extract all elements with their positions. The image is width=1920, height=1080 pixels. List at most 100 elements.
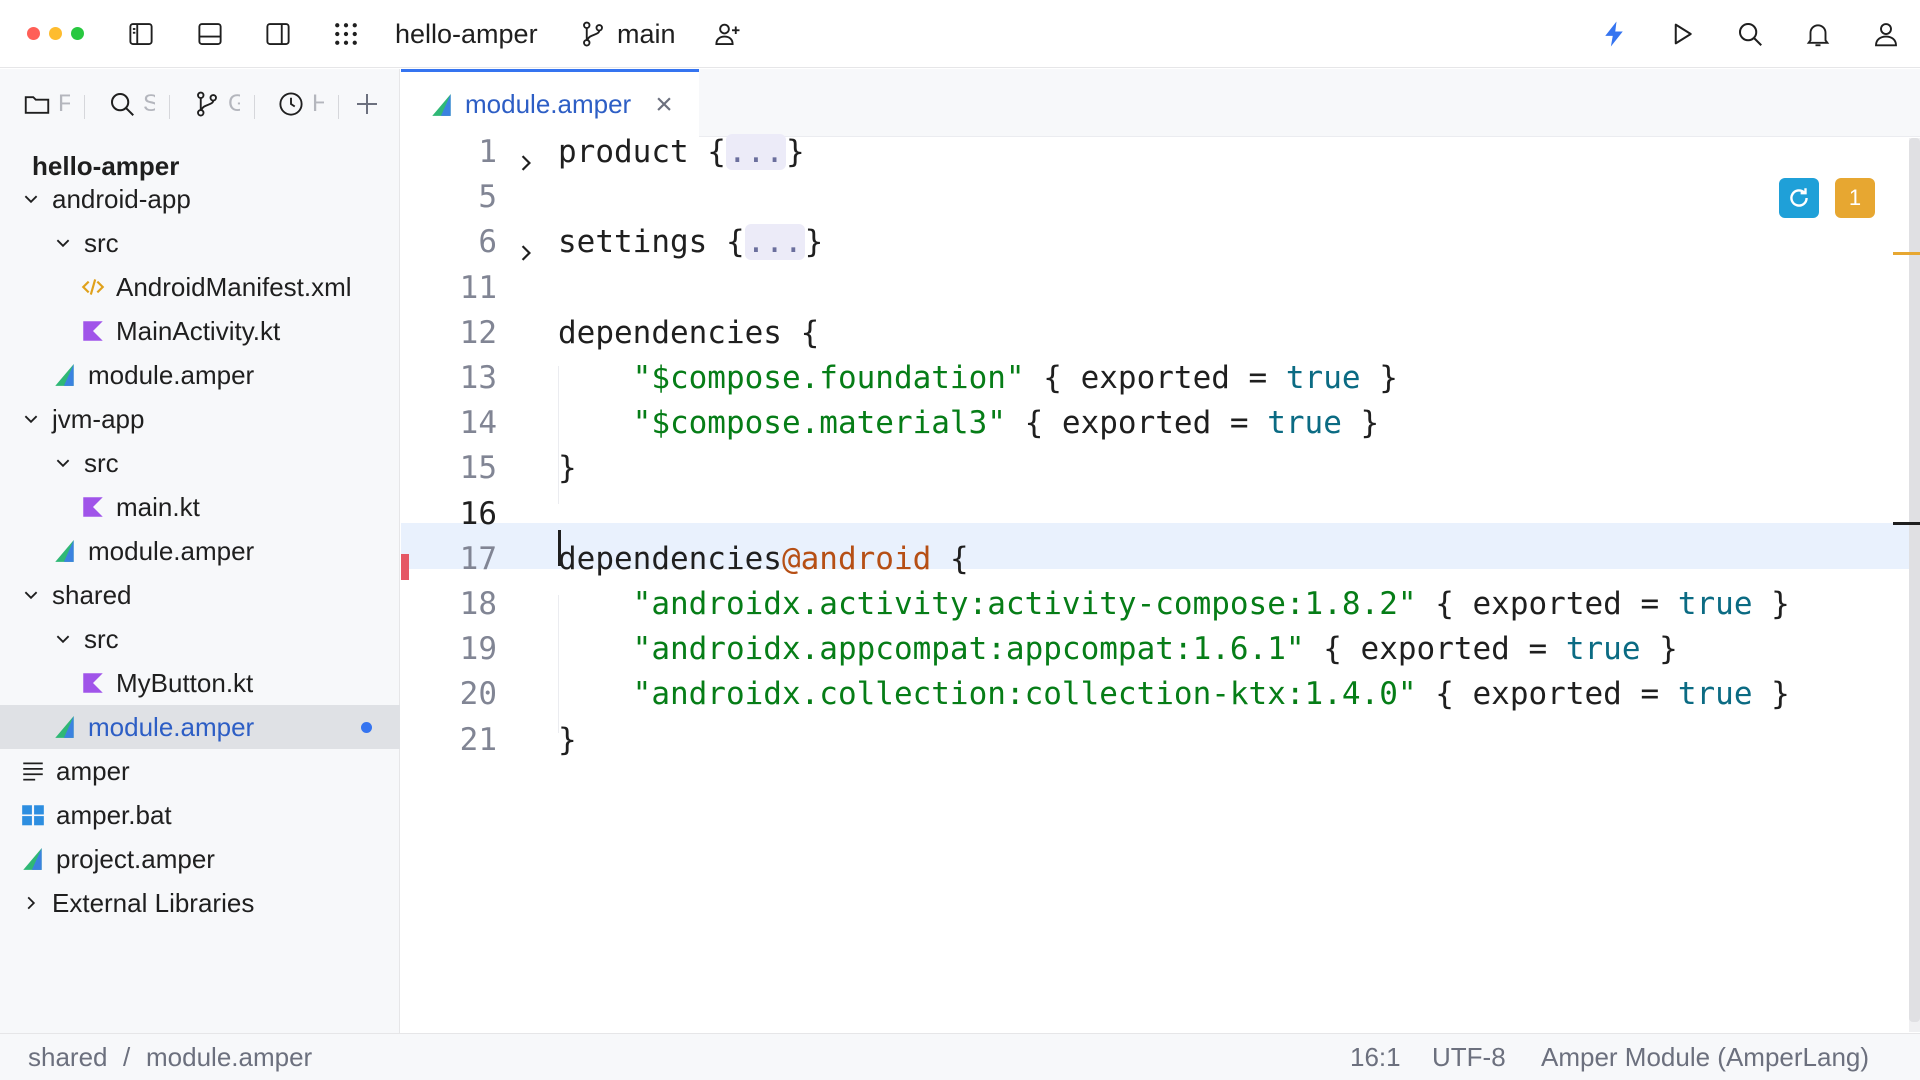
tree-file-amper-bat[interactable]: amper.bat [0,793,400,837]
bottom-panel-icon[interactable] [193,17,227,51]
code-token: } [1752,676,1790,713]
tab-history[interactable]: H [276,87,324,121]
code-line[interactable]: 18 "androidx.activity:activity-compose:1… [401,581,1901,627]
reload-project-button[interactable] [1779,178,1819,218]
code-token: settings { [558,224,745,261]
code-line[interactable]: 1 product {...} [401,129,1901,175]
code-token: } [1640,631,1678,668]
code-token: } [1752,586,1790,622]
code-token: { exported = [1416,676,1678,713]
tree-file-main-kt[interactable]: main.kt [0,485,400,529]
fold-chevron-icon[interactable] [515,141,537,171]
tree-file-androidmanifest[interactable]: AndroidManifest.xml [0,265,400,309]
zoom-window-button[interactable] [71,27,84,40]
warning-count-badge[interactable]: 1 [1835,178,1875,218]
code-line[interactable]: 17 dependencies@android { [401,536,1901,582]
tree-folder-src[interactable]: src [0,617,400,661]
lightning-icon[interactable] [1597,17,1631,51]
amper-file-icon [52,714,78,740]
chevron-down-icon[interactable] [52,232,74,254]
code-line[interactable]: 19 "androidx.appcompat:appcompat:1.6.1" … [401,626,1901,672]
git-icon [197,91,217,117]
code-editor[interactable]: 1 product {...} 5 6 settings {...} 11 12 depend… [401,134,1920,1033]
tree-file-module-amper[interactable]: module.amper [0,353,400,397]
code-token: { exported = [1416,586,1678,622]
code-token: } [804,224,824,261]
tree-item-label: main.kt [116,491,200,522]
code-line[interactable]: 11 [401,265,1901,311]
tab-project[interactable]: F [22,87,70,121]
add-tab-button[interactable] [352,87,382,121]
tree-item-label: jvm-app [52,403,145,434]
sidebar-right-icon[interactable] [261,17,295,51]
warning-marker[interactable] [1893,252,1920,255]
folded-region[interactable]: ... [725,134,786,170]
line-number: 21 [459,721,497,758]
line-number: 6 [478,224,497,261]
profile-icon[interactable] [1869,17,1903,51]
fold-chevron-icon[interactable] [515,231,537,262]
chevron-down-icon[interactable] [52,452,74,474]
tab-git[interactable]: G [192,87,240,121]
minimize-window-button[interactable] [49,27,62,40]
tree-folder-shared[interactable]: shared [0,573,400,617]
code-line[interactable]: 16 [401,491,1901,537]
tree-file-module-amper-selected[interactable]: module.amper [0,705,400,749]
tree-file-mainactivity[interactable]: MainActivity.kt [0,309,400,353]
code-line[interactable]: 5 [401,174,1901,220]
code-line[interactable]: 15} [401,445,1901,491]
tree-item-label: shared [52,579,132,610]
code-line[interactable]: 6 settings {...} [401,219,1901,265]
code-text: "$compose.material3" { exported = true } [558,400,1380,446]
code-line[interactable]: 20 "androidx.collection:collection-ktx:1… [401,671,1901,717]
cursor-position[interactable]: 16:1 [1350,1042,1401,1073]
tab-module-amper[interactable]: module.amper × [401,69,699,137]
search-icon[interactable] [1733,17,1767,51]
run-icon[interactable] [1665,17,1699,51]
folded-region[interactable]: ... [744,224,805,261]
tree-folder-src[interactable]: src [0,221,400,265]
chevron-right-icon[interactable] [20,892,42,914]
code-line[interactable]: 13 "$compose.foundation" { exported = tr… [401,355,1901,401]
tree-folder-android-app[interactable]: android-app [0,177,400,221]
tree-item-label: MyButton.kt [116,667,254,698]
code-text: settings {...} [558,219,823,265]
tree-item-label: amper [56,755,130,786]
tree-item-label: amper.bat [56,799,172,830]
close-icon[interactable]: × [655,89,673,119]
tree-file-amper[interactable]: amper [0,749,400,793]
code-line[interactable]: 21} [401,717,1901,763]
tree-item-label: src [84,227,119,258]
scrollbar-thumb[interactable] [1909,138,1920,1022]
close-window-button[interactable] [27,27,40,40]
tree-file-project-amper[interactable]: project.amper [0,837,400,881]
chevron-down-icon[interactable] [20,188,42,210]
project-name[interactable]: hello-amper [395,18,538,50]
branch-name[interactable]: main [617,18,676,50]
code-line[interactable]: 14 "$compose.material3" { exported = tru… [401,400,1901,446]
code-token: } [785,134,805,170]
chevron-down-icon[interactable] [20,584,42,606]
file-encoding[interactable]: UTF-8 [1432,1042,1506,1073]
tree-folder-jvm-app[interactable]: jvm-app [0,397,400,441]
tree-file-mybutton[interactable]: MyButton.kt [0,661,400,705]
line-number: 19 [459,631,497,668]
tree-folder-src[interactable]: src [0,441,400,485]
breadcrumb-shared[interactable]: shared [28,1042,108,1073]
breadcrumb-module-amper[interactable]: module.amper [146,1042,312,1073]
tab-search[interactable]: S [107,87,155,121]
file-type[interactable]: Amper Module (AmperLang) [1541,1042,1869,1073]
app-grid-icon[interactable] [329,17,363,51]
tree-item-label: External Libraries [52,887,255,918]
tree-file-module-amper[interactable]: module.amper [0,529,400,573]
sidebar-left-icon[interactable] [124,17,158,51]
bell-icon[interactable] [1801,17,1835,51]
chevron-down-icon[interactable] [20,408,42,430]
chevron-down-icon[interactable] [52,628,74,650]
code-line[interactable]: 12 dependencies { [401,310,1901,356]
line-number: 11 [459,269,497,306]
add-user-icon[interactable] [710,17,744,51]
tree-external-libraries[interactable]: External Libraries [0,881,400,925]
